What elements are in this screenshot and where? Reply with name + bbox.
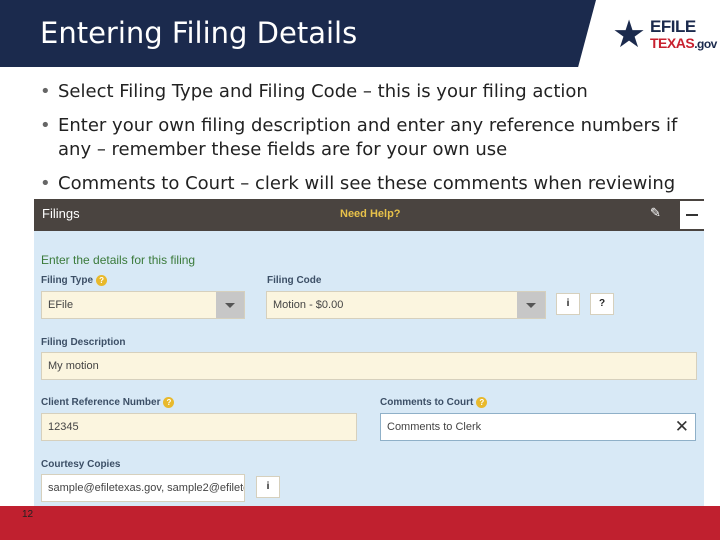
page-number: 12 [22,509,34,520]
filing-description-label: Filing Description [41,337,126,348]
panel-intro: Enter the details for this filing [41,253,196,267]
logo-efile: EFILE [650,17,696,36]
minus-icon [686,214,698,216]
chevron-down-icon[interactable] [216,292,244,318]
panel-title: Filings [42,206,80,221]
filing-description-input[interactable]: My motion [41,352,697,380]
filings-panel: Filings Need Help? ✎ Enter the details f… [34,199,704,506]
comments-to-court-input[interactable]: Comments to Clerk ✕ [380,413,696,441]
slide-header: Entering Filing Details ★ EFILE TEXAS.go… [0,0,720,67]
filing-type-label: Filing Type? [41,275,108,287]
star-icon: ★ [612,14,647,56]
help-icon[interactable]: ? [476,397,488,408]
footer-band [0,506,720,540]
comments-to-court-value: Comments to Clerk [387,421,482,433]
panel-header: Filings Need Help? ✎ [34,199,704,231]
bullet-item: Select Filing Type and Filing Code – thi… [40,80,680,104]
logo-texas-text: TEXAS [650,35,695,51]
bullet-item: Enter your own filing description and en… [40,114,680,162]
slide: Entering Filing Details ★ EFILE TEXAS.go… [0,0,720,540]
efile-texas-logo: ★ EFILE TEXAS.gov [612,14,717,56]
collapse-button[interactable] [680,201,704,229]
help-icon[interactable]: ? [96,275,108,286]
filing-type-value: EFile [48,299,74,311]
client-reference-label: Client Reference Number? [41,397,175,409]
filing-type-label-text: Filing Type [41,275,94,287]
help-button[interactable]: ? [590,293,614,315]
edit-icon[interactable]: ✎ [650,205,661,221]
courtesy-copies-label: Courtesy Copies [41,459,121,470]
help-icon[interactable]: ? [163,397,175,408]
filing-code-value: Motion - $0.00 [273,299,344,311]
clear-icon[interactable]: ✕ [675,417,689,437]
filing-code-label: Filing Code [267,275,322,286]
chevron-down-icon[interactable] [517,292,545,318]
courtesy-copies-input[interactable]: sample@efiletexas.gov, sample2@efiletexa… [41,474,245,502]
info-button[interactable]: i [256,476,280,498]
need-help-link[interactable]: Need Help? [340,208,401,220]
bullet-item: Comments to Court – clerk will see these… [40,172,680,196]
slide-title: Entering Filing Details [40,16,358,50]
filing-type-select[interactable]: EFile [41,291,245,319]
client-reference-label-text: Client Reference Number [41,397,161,409]
info-button[interactable]: i [556,293,580,315]
comments-to-court-label-text: Comments to Court [380,397,474,409]
comments-to-court-label: Comments to Court? [380,397,488,409]
bullet-list: Select Filing Type and Filing Code – thi… [40,80,680,206]
logo-texas: TEXAS.gov [650,35,717,51]
filing-code-select[interactable]: Motion - $0.00 [266,291,546,319]
logo-gov: .gov [694,37,717,51]
client-reference-input[interactable]: 12345 [41,413,357,441]
